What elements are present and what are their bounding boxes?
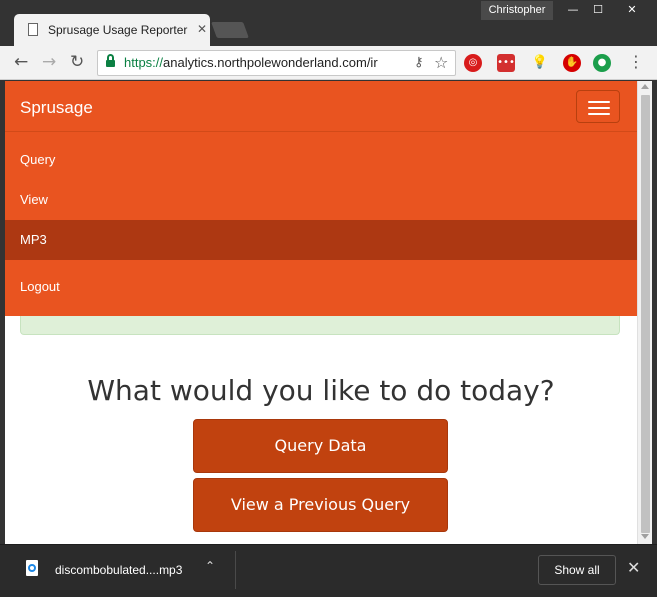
page-heading: What would you like to do today? [87,374,555,407]
page-favicon-icon [28,23,38,36]
new-tab-button[interactable] [211,22,249,38]
lightbulb-icon[interactable]: 💡 [531,54,549,72]
lastpass-icon[interactable]: ••• [497,54,515,72]
nav-item-label: Query [20,152,56,167]
browser-toolbar: ← → ↻ https://analytics.northpolewonderl… [0,46,657,80]
navbar: Sprusage Query View MP3 Logout [5,81,637,316]
profile-button[interactable]: Christopher [481,1,553,20]
url-text[interactable]: https://analytics.northpolewonderland.co… [124,55,406,70]
audio-file-icon [26,560,38,576]
back-arrow-icon[interactable]: ← [14,52,28,72]
scroll-down-icon[interactable] [641,534,649,539]
lock-icon [106,54,115,68]
title-bar: Sprusage Usage Reporter ✕ Christopher — … [0,0,657,46]
nav-item-label: View [20,192,48,207]
nav-item-mp3[interactable]: MP3 [5,220,637,260]
navbar-divider [5,131,637,132]
show-all-button[interactable]: Show all [538,555,616,585]
scroll-up-icon[interactable] [641,84,649,89]
ublock-icon[interactable]: ✋ [563,54,581,72]
browser-menu-icon[interactable]: ⋮ [628,52,644,71]
window-close-icon[interactable]: ✕ [612,1,652,20]
download-divider [235,551,236,589]
adobe-acrobat-icon[interactable]: ◎ [464,54,482,72]
url-scheme: https:// [124,55,164,70]
view-previous-query-button[interactable]: View a Previous Query [193,478,448,532]
nav-item-logout[interactable]: Logout [5,267,637,307]
evernote-icon[interactable]: ● [593,54,611,72]
nav-item-query[interactable]: Query [5,140,637,180]
tab-title: Sprusage Usage Reporter [48,23,188,37]
scroll-thumb[interactable] [641,95,650,533]
minimize-icon[interactable]: — [561,1,585,20]
download-shelf: discombobulated....mp3 ⌃ Show all ✕ [0,544,657,597]
download-file-name[interactable]: discombobulated....mp3 [55,563,182,577]
url-host-path: analytics.northpolewonderland.com/ir [163,55,378,70]
navbar-toggle-button[interactable] [576,90,620,123]
forward-arrow-icon[interactable]: → [42,52,56,72]
vertical-scrollbar[interactable] [637,81,652,544]
chevron-up-icon[interactable]: ⌃ [205,559,215,573]
tab-close-icon[interactable]: ✕ [197,22,207,36]
navbar-brand[interactable]: Sprusage [20,98,93,118]
page-viewport: Sprusage Query View MP3 Logout What woul… [5,81,637,544]
hamburger-icon [588,101,610,103]
query-data-button[interactable]: Query Data [193,419,448,473]
hamburger-bar [588,107,610,109]
nav-item-label: Logout [20,279,60,294]
browser-window: Sprusage Usage Reporter ✕ Christopher — … [0,0,657,597]
address-bar[interactable]: https://analytics.northpolewonderland.co… [97,50,456,76]
hamburger-bar [588,113,610,115]
nav-item-view[interactable]: View [5,180,637,220]
key-icon[interactable]: ⚷ [414,55,424,70]
close-downloads-icon[interactable]: ✕ [627,558,640,577]
reload-icon[interactable]: ↻ [70,52,84,72]
nav-item-label: MP3 [20,232,47,247]
maximize-icon[interactable]: ☐ [587,1,609,20]
browser-tab[interactable]: Sprusage Usage Reporter ✕ [14,14,210,46]
bookmark-star-icon[interactable]: ☆ [434,53,448,72]
